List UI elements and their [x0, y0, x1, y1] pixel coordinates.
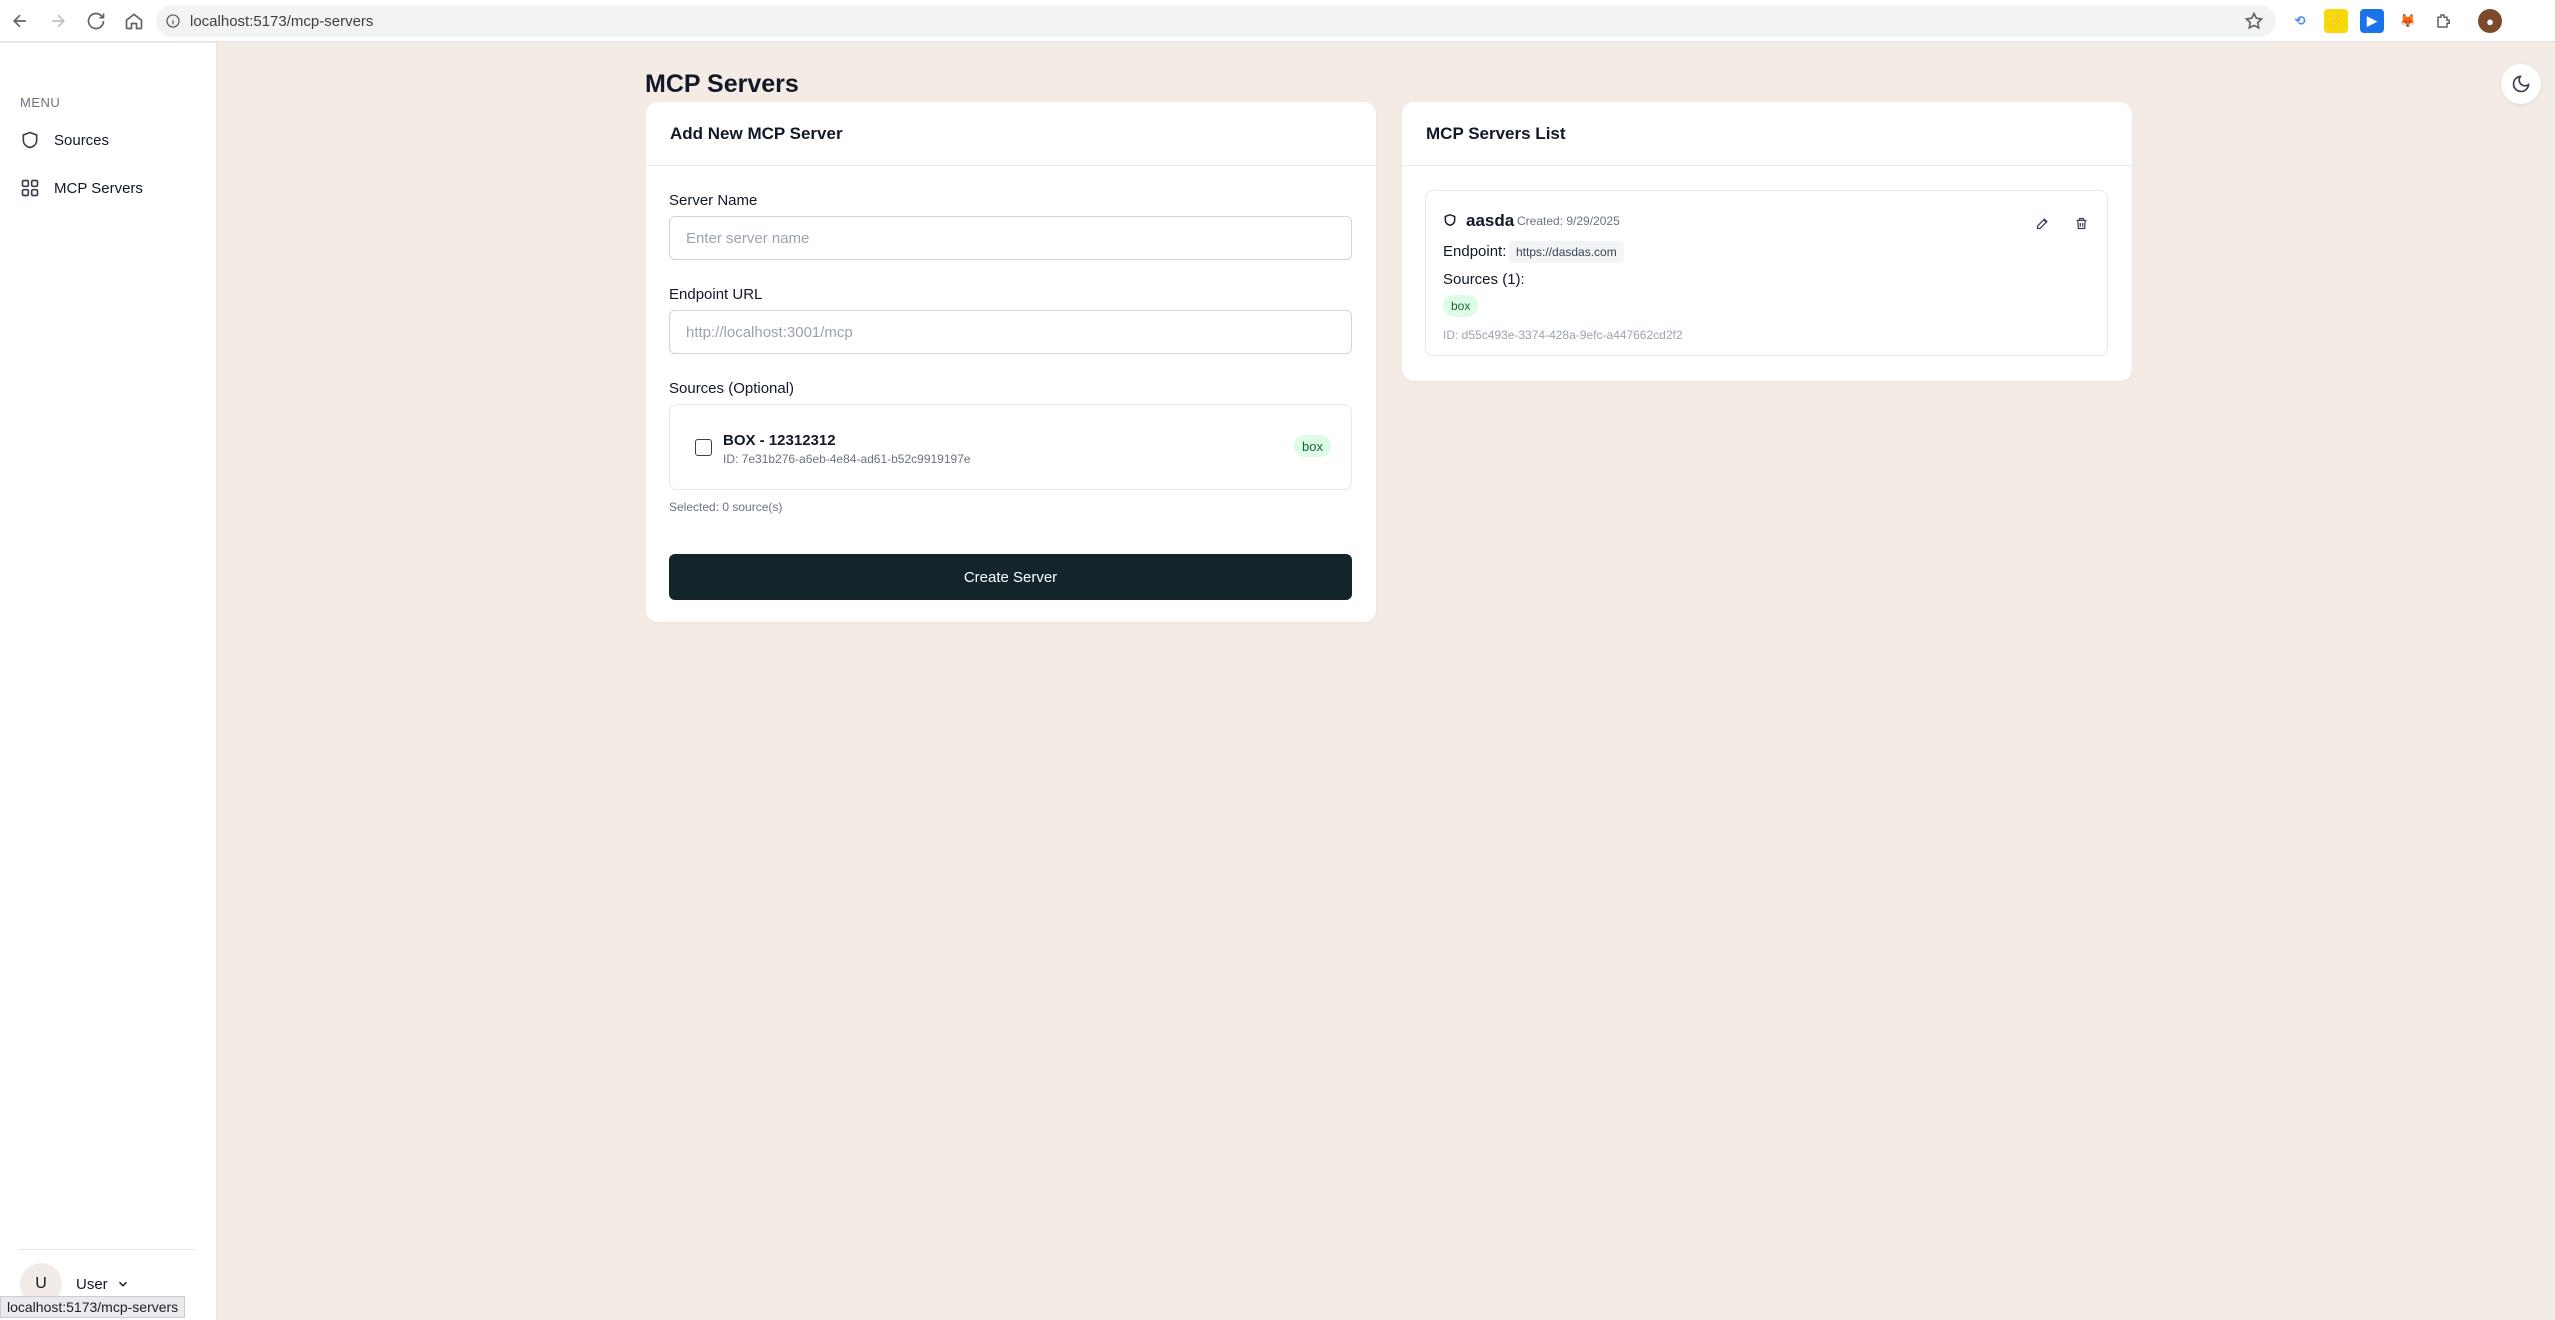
shield-icon — [22, 131, 38, 149]
source-option-box[interactable]: BOX - 12312312 ID: 7e31b276-a6eb-4e84-ad… — [669, 404, 1352, 490]
page-title: MCP Servers — [645, 70, 799, 98]
endpoint-url-input[interactable] — [669, 310, 1352, 354]
server-list-item: aasda Created: 9/29/2025 Endpoint: https… — [1425, 190, 2108, 356]
bookmark-star-icon[interactable] — [2244, 11, 2264, 31]
sidebar-item-label: MCP Servers — [54, 179, 143, 197]
server-source-badge: box — [1443, 295, 1479, 317]
sidebar-divider — [18, 1249, 196, 1250]
trash-icon — [2076, 217, 2086, 229]
extension-sync-icon[interactable]: ⟲ — [2288, 9, 2312, 33]
chevron-down-icon — [118, 1281, 127, 1287]
extension-play-icon[interactable]: ▶ — [2360, 9, 2384, 33]
moon-icon — [2512, 75, 2530, 93]
grid-icon — [21, 179, 39, 197]
server-created-date: Created: 9/29/2025 — [1517, 214, 1620, 228]
source-id: ID: 7e31b276-a6eb-4e84-ad61-b52c9919197e — [723, 452, 971, 466]
profile-avatar-icon[interactable]: ● — [2478, 9, 2502, 33]
extension-bolt-icon[interactable]: ⚡ — [2324, 9, 2348, 33]
status-bar-url: localhost:5173/mcp-servers — [0, 1296, 186, 1318]
server-list-card: MCP Servers List aasda Created: 9/29/202… — [1402, 102, 2132, 381]
sidebar: MENU Sources MCP Servers U User — [0, 43, 217, 1320]
add-server-card: Add New MCP Server Server Name Endpoint … — [646, 102, 1376, 622]
extensions-area: ⟲ ⚡ ▶ 🦊 ● — [2288, 9, 2502, 33]
endpoint-label: Endpoint: — [1443, 243, 1507, 260]
address-bar[interactable]: localhost:5173/mcp-servers — [156, 5, 2276, 37]
delete-server-button[interactable] — [2070, 212, 2092, 234]
server-list-card-title: MCP Servers List — [1402, 102, 2132, 166]
shield-icon — [1444, 213, 1456, 226]
address-url[interactable]: localhost:5173/mcp-servers — [190, 13, 373, 30]
source-type-badge: box — [1294, 435, 1331, 457]
endpoint-url-label: Endpoint URL — [669, 286, 763, 303]
user-name-dropdown[interactable]: User — [76, 1276, 130, 1293]
sources-label: Sources (Optional) — [669, 380, 795, 397]
extension-fox-icon[interactable]: 🦊 — [2396, 9, 2420, 33]
reload-icon[interactable] — [78, 3, 114, 39]
user-name: User — [76, 1275, 108, 1293]
home-icon[interactable] — [116, 3, 152, 39]
site-info-icon[interactable] — [156, 5, 190, 37]
menu-label: MENU — [20, 95, 61, 110]
server-id: ID: d55c493e-3374-428a-9efc-a447662cd2f2 — [1443, 328, 1683, 342]
pencil-icon — [2036, 217, 2048, 229]
edit-server-button[interactable] — [2031, 212, 2053, 234]
sidebar-item-label: Sources — [54, 131, 110, 149]
back-icon[interactable] — [2, 3, 38, 39]
server-name: aasda — [1466, 211, 1515, 230]
endpoint-value: https://dasdas.com — [1509, 241, 1624, 263]
browser-toolbar: localhost:5173/mcp-servers ⟲ ⚡ ▶ 🦊 ● — [0, 0, 2555, 42]
theme-toggle-button[interactable] — [2501, 64, 2541, 104]
sidebar-item-mcp-servers[interactable]: MCP Servers — [20, 178, 143, 198]
server-sources-label: Sources (1): — [1443, 271, 1525, 288]
server-name-label: Server Name — [669, 192, 758, 209]
source-checkbox[interactable] — [695, 439, 712, 456]
create-server-button[interactable]: Create Server — [669, 554, 1352, 600]
source-name: BOX - 12312312 — [723, 432, 836, 449]
server-name-input[interactable] — [669, 216, 1352, 260]
forward-icon[interactable] — [40, 3, 76, 39]
sidebar-item-sources[interactable]: Sources — [20, 130, 109, 150]
selected-sources-count: Selected: 0 source(s) — [669, 500, 783, 514]
extensions-puzzle-icon[interactable] — [2432, 9, 2456, 33]
add-server-card-title: Add New MCP Server — [646, 102, 1376, 166]
